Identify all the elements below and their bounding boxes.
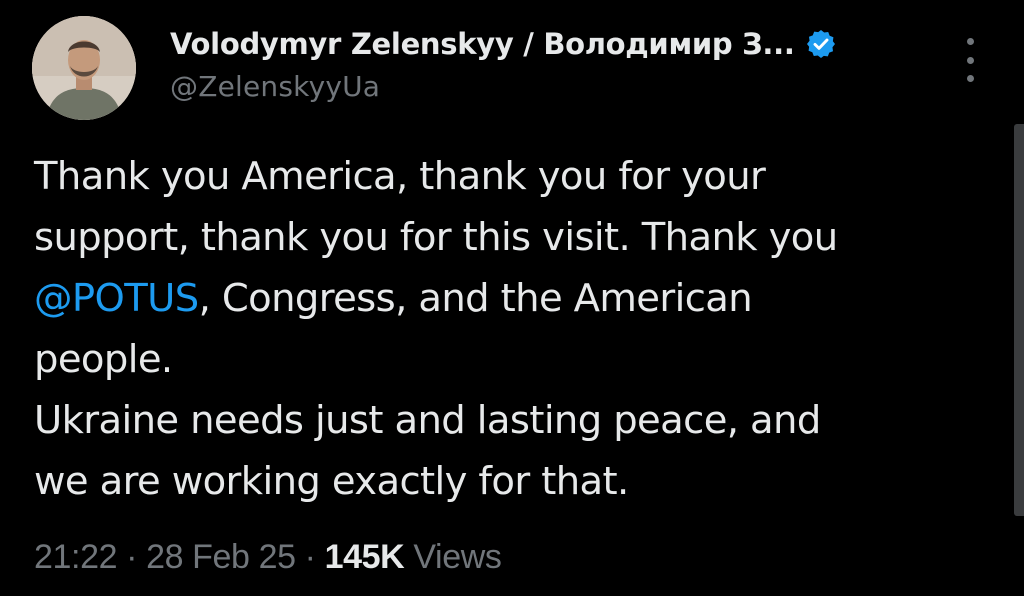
tweet-text: Thank you America, thank you for your su… (34, 146, 1004, 512)
display-name[interactable]: Volodymyr Zelenskyy / Володимир З... (170, 27, 795, 61)
mention-link[interactable]: @POTUS (34, 276, 199, 321)
tweet-line: Thank you America, thank you for your (34, 154, 766, 199)
avatar-image (32, 16, 136, 120)
author-handle[interactable]: @ZelenskyyUa (170, 70, 380, 103)
tweet-card: Volodymyr Zelenskyy / Володимир З... @Ze… (0, 0, 1024, 596)
tweet-line-text: , Congress, and the American (198, 276, 753, 321)
meta-separator: · (295, 538, 325, 576)
meta-separator: · (117, 538, 147, 576)
dot (966, 75, 974, 82)
views-label[interactable]: Views (404, 538, 502, 576)
avatar[interactable] (32, 16, 136, 120)
author-name-row: Volodymyr Zelenskyy / Володимир З... (170, 22, 837, 66)
tweet-line: @POTUS, Congress, and the American (34, 268, 1004, 329)
tweet-meta: 21:22 · 28 Feb 25 · 145K Views (34, 538, 502, 577)
more-vertical-icon[interactable] (958, 38, 982, 82)
tweet-line: Ukraine needs just and lasting peace, an… (34, 398, 821, 443)
verified-badge-icon[interactable] (805, 28, 837, 60)
scrollbar[interactable] (1014, 124, 1024, 516)
tweet-line: people. (34, 337, 173, 382)
tweet-line: support, thank you for this visit. Thank… (34, 215, 838, 260)
dot (966, 38, 974, 45)
tweet-date[interactable]: 28 Feb 25 (146, 538, 296, 576)
views-count[interactable]: 145K (325, 538, 405, 576)
tweet-time[interactable]: 21:22 (34, 538, 117, 576)
tweet-line: we are working exactly for that. (34, 459, 629, 504)
dot (966, 56, 974, 64)
